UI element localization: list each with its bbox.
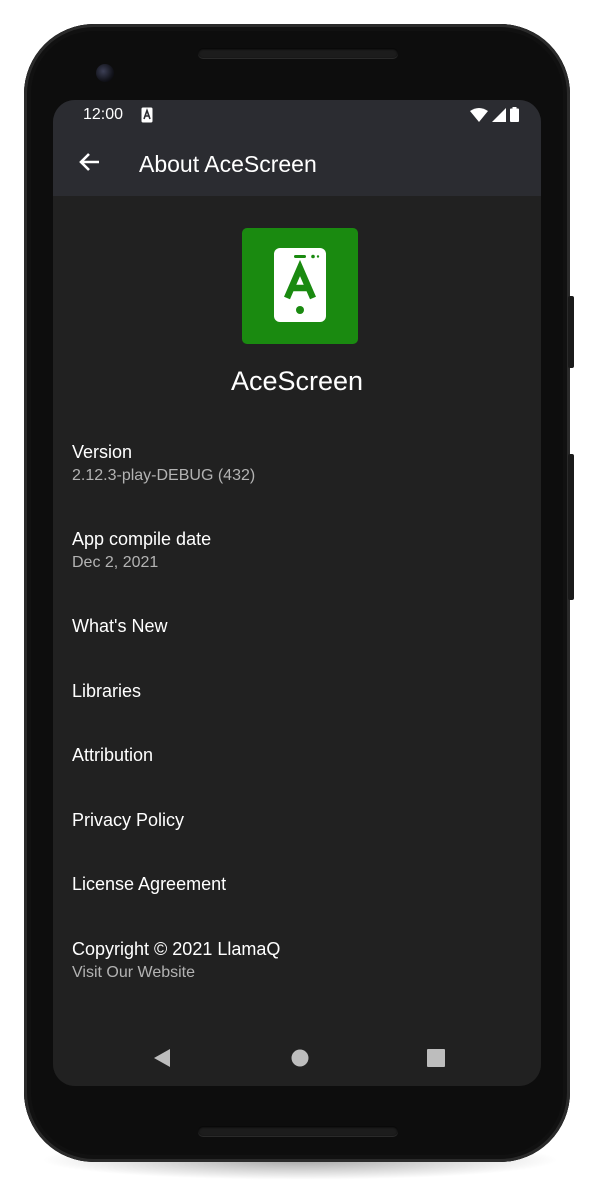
whats-new-item[interactable]: What's New bbox=[72, 615, 167, 637]
power-button bbox=[568, 296, 574, 368]
app-logo bbox=[242, 228, 358, 344]
cell-signal-icon bbox=[492, 107, 506, 127]
license-agreement-item[interactable]: License Agreement bbox=[72, 873, 226, 895]
app-bar: About AceScreen bbox=[53, 132, 541, 196]
version-item[interactable]: Version 2.12.3-play-DEBUG (432) bbox=[72, 441, 255, 486]
attribution-label: Attribution bbox=[72, 745, 154, 765]
status-icons bbox=[470, 107, 519, 127]
screen: 12:00 About AceScreen AceScreen Version … bbox=[53, 100, 541, 1086]
libraries-item[interactable]: Libraries bbox=[72, 680, 141, 702]
front-camera bbox=[96, 64, 114, 82]
phone-frame: 12:00 About AceScreen AceScreen Version … bbox=[24, 24, 574, 1162]
acescreen-status-icon bbox=[141, 107, 153, 123]
nav-back-button[interactable] bbox=[148, 1048, 176, 1072]
version-value: 2.12.3-play-DEBUG (432) bbox=[72, 467, 256, 484]
app-name: AceScreen bbox=[230, 366, 364, 396]
compile-date-label: App compile date bbox=[72, 529, 212, 549]
privacy-policy-label: Privacy Policy bbox=[72, 810, 185, 830]
wifi-icon bbox=[470, 107, 488, 127]
acescreen-logo-icon bbox=[274, 248, 326, 322]
back-button[interactable] bbox=[65, 140, 113, 188]
nav-back-icon bbox=[153, 1048, 171, 1073]
copyright-item[interactable]: Copyright © 2021 LlamaQ Visit Our Websit… bbox=[72, 938, 280, 983]
bottom-speaker bbox=[198, 1126, 398, 1136]
arrow-back-icon bbox=[78, 152, 100, 177]
status-bar: 12:00 bbox=[53, 100, 541, 132]
copyright-label: Copyright © 2021 LlamaQ bbox=[72, 939, 281, 959]
nav-recents-button[interactable] bbox=[422, 1048, 450, 1072]
attribution-item[interactable]: Attribution bbox=[72, 744, 153, 766]
volume-button bbox=[568, 454, 574, 600]
libraries-label: Libraries bbox=[72, 681, 142, 701]
page-title: About AceScreen bbox=[139, 151, 317, 177]
whats-new-label: What's New bbox=[72, 616, 168, 636]
version-label: Version bbox=[72, 442, 133, 462]
status-time: 12:00 bbox=[83, 106, 124, 123]
license-agreement-label: License Agreement bbox=[72, 874, 227, 894]
top-speaker bbox=[198, 48, 398, 58]
nav-home-button[interactable] bbox=[286, 1048, 314, 1072]
compile-date-item[interactable]: App compile date Dec 2, 2021 bbox=[72, 528, 211, 573]
privacy-policy-item[interactable]: Privacy Policy bbox=[72, 809, 184, 831]
visit-website-link[interactable]: Visit Our Website bbox=[72, 963, 280, 983]
navigation-bar bbox=[53, 1036, 541, 1086]
compile-date-value: Dec 2, 2021 bbox=[72, 554, 159, 571]
nav-home-icon bbox=[291, 1049, 309, 1072]
nav-recents-icon bbox=[427, 1048, 445, 1072]
battery-icon bbox=[510, 107, 519, 127]
